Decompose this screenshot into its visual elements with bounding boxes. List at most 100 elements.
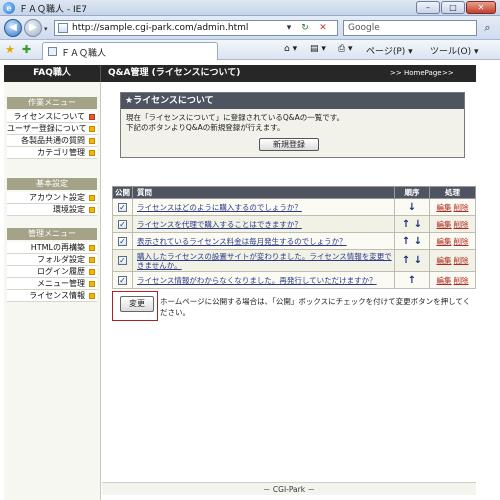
sidebar-item-user-registration[interactable]: ユーザー登録について: [7, 123, 97, 135]
menu-marker-icon: [89, 245, 95, 251]
edit-link[interactable]: 編集: [437, 256, 452, 265]
page-menu[interactable]: ページ(P) ▾: [366, 44, 413, 57]
menu-marker-icon: [89, 150, 95, 156]
publish-checkbox[interactable]: ✓: [118, 236, 127, 246]
table-row: ✓ 表示されているライセンス料金は毎月発生するのでしょうか？ ↑ ↓ 編集 削除: [112, 232, 476, 250]
menu-marker-icon: [89, 126, 95, 132]
ops-cell: 編集 削除: [429, 215, 476, 233]
address-dropdown-icon[interactable]: ▾: [283, 22, 295, 34]
stop-icon[interactable]: ✕: [317, 22, 329, 34]
menu-heading-basic: 基本設定: [7, 178, 97, 190]
brand-logo: FAQ職人: [4, 65, 101, 82]
new-register-button[interactable]: 新規登録: [259, 138, 319, 151]
sidebar-item-label: HTMLの再構築: [30, 243, 85, 252]
refresh-icon[interactable]: ↻: [299, 22, 311, 34]
question-link[interactable]: 表示されているライセンス料金は毎月発生するのでしょうか？: [137, 237, 347, 246]
publish-checkbox[interactable]: ✓: [118, 202, 127, 212]
sidebar-item-license[interactable]: ライセンスについて: [7, 111, 97, 123]
delete-link[interactable]: 削除: [454, 256, 469, 265]
change-button[interactable]: 変更: [120, 296, 154, 312]
question-cell: 購入したライセンスの設置サイトが変わりました。ライセンス情報を変更できませんか。: [132, 249, 395, 272]
search-input[interactable]: Google: [343, 20, 477, 36]
sidebar-item-label: ライセンス情報: [29, 291, 85, 300]
browser-tab[interactable]: ＦＡＱ職人: [42, 42, 218, 60]
window-titlebar: e ＦＡＱ職人 - IE7 – □ ✕: [0, 0, 500, 16]
col-publish-header: 公開: [112, 186, 133, 199]
sidebar-item-folder[interactable]: フォルダ設定: [7, 254, 97, 266]
publish-checkbox[interactable]: ✓: [118, 219, 127, 229]
close-button[interactable]: ✕: [466, 1, 496, 14]
sidebar-item-common-questions[interactable]: 各製品共通の質問: [7, 135, 97, 147]
favorites-star-icon[interactable]: ★: [5, 43, 15, 56]
publish-cell: ✓: [112, 198, 133, 216]
menu-marker-icon: [89, 138, 95, 144]
homepage-link[interactable]: >> HomePage: [390, 65, 442, 82]
sidebar-item-menu-admin[interactable]: メニュー管理: [7, 278, 97, 290]
add-favorites-icon[interactable]: ✚: [22, 43, 31, 56]
delete-link[interactable]: 削除: [454, 203, 469, 212]
page-footer: － CGI-Park －: [102, 482, 476, 495]
page-viewport: FAQ職人 Q&A管理 (ライセンスについて) >> HomePage >> L…: [0, 61, 500, 500]
publish-checkbox[interactable]: ✓: [118, 256, 127, 265]
feeds-icon[interactable]: ▤ ▾: [310, 44, 326, 54]
question-link[interactable]: ライセンス情報がわからなくなりました。再発行していただけますか？: [137, 276, 377, 285]
question-link[interactable]: 購入したライセンスの設置サイトが変わりました。ライセンス情報を変更できませんか。: [137, 252, 392, 270]
order-arrows[interactable]: ↓: [394, 198, 430, 216]
sidebar-item-login-history[interactable]: ログイン履歴: [7, 266, 97, 278]
ops-cell: 編集 削除: [429, 271, 476, 289]
minimize-button[interactable]: –: [416, 1, 440, 14]
address-text[interactable]: http://sample.cgi-park.com/admin.html: [72, 23, 248, 33]
edit-link[interactable]: 編集: [437, 203, 452, 212]
edit-link[interactable]: 編集: [437, 220, 452, 229]
ops-cell: 編集 削除: [429, 198, 476, 216]
sidebar-item-label: メニュー管理: [37, 279, 85, 288]
tools-menu[interactable]: ツール(O) ▾: [430, 44, 479, 57]
window-controls: – □ ✕: [416, 1, 496, 14]
delete-link[interactable]: 削除: [454, 276, 469, 285]
main-content: ★ライセンスについて 現在「ライセンスについて」に登録されているQ&Aの一覧です…: [102, 82, 476, 500]
question-link[interactable]: ライセンスを代理で購入することはできますか？: [137, 220, 302, 229]
order-arrows[interactable]: ↑ ↓: [394, 215, 430, 233]
page-title: Q&A管理 (ライセンスについて): [108, 68, 241, 78]
command-bar: ★ ✚ ＦＡＱ職人 ⌂ ▾ ▤ ▾ ⎙ ▾ ページ(P) ▾ ツール(O) ▾: [0, 40, 500, 60]
order-arrows[interactable]: ↑ ↓: [394, 232, 430, 250]
ops-cell: 編集 削除: [429, 232, 476, 250]
publish-cell: ✓: [112, 271, 133, 289]
question-cell: 表示されているライセンス料金は毎月発生するのでしょうか？: [132, 232, 395, 250]
menu-marker-icon: [89, 114, 95, 120]
ie-logo-icon: e: [3, 2, 15, 14]
search-icon[interactable]: ⌕: [479, 20, 496, 36]
order-arrows[interactable]: ↑ ↓: [394, 249, 430, 272]
delete-link[interactable]: 削除: [454, 237, 469, 246]
sidebar-item-environment[interactable]: 環境設定: [7, 204, 97, 216]
edit-link[interactable]: 編集: [437, 276, 452, 285]
license-panel: ★ライセンスについて 現在「ライセンスについて」に登録されているQ&Aの一覧です…: [120, 92, 465, 158]
history-dropdown-icon[interactable]: ▾: [44, 25, 48, 33]
publish-checkbox[interactable]: ✓: [118, 275, 127, 285]
order-arrows[interactable]: ↑: [394, 271, 430, 289]
menu-heading-admin: 管理メニュー: [7, 228, 97, 240]
home-icon[interactable]: ⌂ ▾: [284, 44, 297, 54]
sidebar-item-label: 環境設定: [53, 205, 85, 214]
sidebar-item-label: ユーザー登録について: [7, 124, 87, 133]
back-button[interactable]: ◀: [4, 19, 22, 37]
sidebar-item-category[interactable]: カテゴリ管理: [7, 147, 97, 159]
delete-link[interactable]: 削除: [454, 220, 469, 229]
question-cell: ライセンスはどのように購入するのでしょうか？: [132, 198, 395, 216]
sidebar-item-html-rebuild[interactable]: HTMLの再構築: [7, 242, 97, 254]
question-link[interactable]: ライセンスはどのように購入するのでしょうか？: [137, 203, 302, 212]
menu-heading-work: 作業メニュー: [7, 97, 97, 109]
edit-link[interactable]: 編集: [437, 237, 452, 246]
table-header-row: 公開 質問 順序 処理: [112, 186, 476, 199]
sidebar-item-account[interactable]: アカウント設定: [7, 192, 97, 204]
maximize-button[interactable]: □: [441, 1, 465, 14]
col-order-header: 順序: [394, 186, 430, 199]
print-icon[interactable]: ⎙ ▾: [338, 44, 353, 54]
address-input[interactable]: http://sample.cgi-park.com/admin.html ▾ …: [54, 20, 338, 36]
window-title: ＦＡＱ職人 - IE7: [19, 5, 88, 15]
license-panel-text: 現在「ライセンスについて」に登録されているQ&Aの一覧です。 下記のボタンよりQ…: [126, 113, 344, 133]
license-desc-line1: 現在「ライセンスについて」に登録されているQ&Aの一覧です。: [126, 113, 345, 122]
license-desc-line2: 下記のボタンよりQ&Aの新規登録が行えます。: [126, 123, 285, 132]
forward-button[interactable]: ▶: [24, 19, 42, 37]
sidebar-item-license-info[interactable]: ライセンス情報: [7, 290, 97, 302]
